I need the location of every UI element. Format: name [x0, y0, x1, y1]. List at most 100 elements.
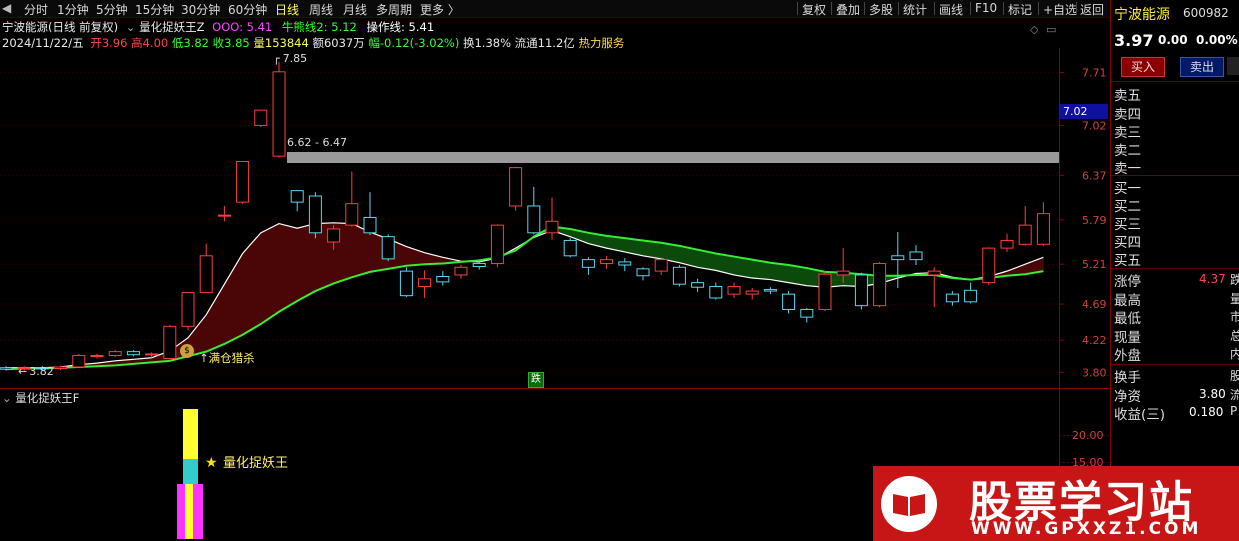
money-bag-icon[interactable]: $	[180, 344, 194, 358]
candle-body	[891, 255, 905, 261]
candle-body	[1018, 224, 1032, 245]
candle-body	[636, 268, 650, 277]
watermark-url: WWW.GPXXZ1.COM	[971, 519, 1202, 539]
period-tab-30min[interactable]: 30分钟	[181, 1, 220, 18]
book-logo-icon	[881, 476, 937, 532]
panel-change: 0.00	[1158, 33, 1188, 47]
f10-button[interactable]: F10	[975, 1, 997, 15]
lower-indicator-title: 量化捉妖王F	[15, 391, 80, 405]
period-tab-5min[interactable]: 5分钟	[96, 1, 128, 18]
toolbar-divider	[797, 2, 798, 15]
period-tab-60min[interactable]: 60分钟	[228, 1, 267, 18]
chart-settings-icon[interactable]: ◇	[1030, 23, 1039, 36]
price-axis-label: 4.69	[1082, 298, 1107, 311]
price-axis-label: 5.21	[1082, 258, 1107, 271]
price-axis-label: 6.37	[1082, 169, 1107, 182]
star-icon: ★	[205, 455, 218, 471]
candle-body	[363, 216, 377, 234]
toolbar-scroll-icon[interactable]: ◀	[2, 1, 11, 15]
stat-eps-value: 0.180	[1189, 405, 1224, 419]
panel-price: 3.97	[1114, 31, 1154, 50]
statistics-button[interactable]: 统计	[903, 1, 927, 18]
ma-lines	[5, 222, 1044, 371]
period-tab-15min[interactable]: 15分钟	[135, 1, 174, 18]
period-tab-weekly[interactable]: 周线	[309, 1, 333, 18]
candle-body	[964, 289, 978, 303]
drop-marker[interactable]: 跌	[528, 372, 544, 388]
period-tab-minute[interactable]: 分时	[24, 1, 48, 18]
candle-body	[90, 354, 104, 357]
period-tab-daily[interactable]: 日线	[275, 1, 299, 18]
bull-bear-line	[5, 225, 1044, 371]
toolbar-divider	[864, 2, 865, 15]
mark-button[interactable]: 标记	[1008, 1, 1032, 18]
candle-body	[982, 247, 996, 284]
candle-body	[126, 351, 140, 356]
chart-expand-icon[interactable]: ▭	[1046, 23, 1056, 36]
stat-eps-label: 收益(三)	[1114, 407, 1166, 423]
multi-stock-button[interactable]: 多股	[869, 1, 893, 18]
stat-low-label: 最低	[1114, 311, 1141, 327]
period-tab-monthly[interactable]: 月线	[343, 1, 367, 18]
stat-current-vol-label: 现量	[1114, 330, 1141, 346]
candle-body	[272, 71, 286, 157]
overlay-button[interactable]: 叠加	[836, 1, 860, 18]
period-tab-1min[interactable]: 1分钟	[57, 1, 89, 18]
lower-indicator-header[interactable]: ⌄ 量化捉妖王F	[2, 390, 79, 406]
restore-rights-button[interactable]: 复权	[802, 1, 826, 18]
candle-body	[563, 239, 577, 257]
ma-band-segment	[242, 232, 262, 336]
candle-body	[581, 259, 595, 268]
candle-body	[72, 354, 86, 368]
bid-level-1: 买一	[1114, 181, 1141, 197]
period-toolbar: ◀ 分时 1分钟 5分钟 15分钟 30分钟 60分钟 日线 周线 月线 多周期…	[0, 0, 1109, 18]
candle-body	[600, 259, 614, 264]
stat-suffix: 内	[1230, 347, 1239, 361]
candle-body	[527, 205, 541, 234]
buy-button[interactable]: 买入	[1121, 57, 1165, 77]
ma-band-fills	[5, 222, 1044, 370]
candle-body	[236, 161, 250, 203]
signal-bar-center	[185, 484, 193, 539]
toolbar-divider	[1003, 2, 1004, 15]
toolbar-divider	[1076, 2, 1077, 15]
high-price-mark: ┌ 7.85	[273, 52, 308, 65]
period-tab-multi[interactable]: 多周期	[376, 1, 412, 18]
back-button[interactable]: 返回	[1080, 1, 1104, 18]
candle-body	[308, 195, 322, 234]
bid-level-4: 买四	[1114, 235, 1141, 251]
ask-level-1: 卖一	[1114, 161, 1141, 177]
candle-body	[909, 251, 923, 261]
stat-suffix: 量	[1230, 292, 1239, 306]
lower-indicator-toggle-icon: ⌄	[2, 391, 12, 405]
stat-limit-up-label: 涨停	[1114, 274, 1141, 290]
draw-line-button[interactable]: 画线	[939, 1, 963, 18]
candle-body	[1000, 239, 1014, 249]
candle-body	[709, 285, 723, 299]
candle-body	[672, 266, 686, 285]
stat-suffix: P	[1230, 404, 1238, 418]
stat-suffix: 市	[1230, 310, 1239, 324]
candle-body	[745, 290, 759, 295]
candle-body	[618, 261, 632, 266]
period-tab-more[interactable]: 更多 〉	[420, 1, 460, 18]
candle-body	[181, 292, 195, 327]
bid-level-2: 买二	[1114, 199, 1141, 215]
candle-body	[763, 289, 777, 292]
stat-suffix: 股	[1230, 369, 1239, 383]
candle-body	[1036, 213, 1050, 245]
add-watchlist-button[interactable]: +自选	[1043, 1, 1077, 18]
candle-body	[927, 270, 941, 276]
stat-limit-up-value: 4.37	[1199, 272, 1226, 286]
candle-body	[454, 266, 468, 276]
candle-body	[399, 270, 413, 297]
ma-band-segment	[205, 283, 225, 353]
current-price-tag: 7.02	[1060, 104, 1108, 119]
kline-chart[interactable]: 7.71 7.02 6.37 5.79 5.21 4.69 4.22 3.80 ◇ ▭ ★	[0, 18, 1109, 541]
candle-body	[381, 236, 395, 260]
lower-axis-label-20: 20.00	[1072, 429, 1104, 442]
panel-stock-name: 宁波能源	[1114, 7, 1170, 23]
ask-level-3: 卖三	[1114, 125, 1141, 141]
sell-button[interactable]: 卖出	[1180, 57, 1224, 77]
candlesticks	[0, 61, 1050, 371]
